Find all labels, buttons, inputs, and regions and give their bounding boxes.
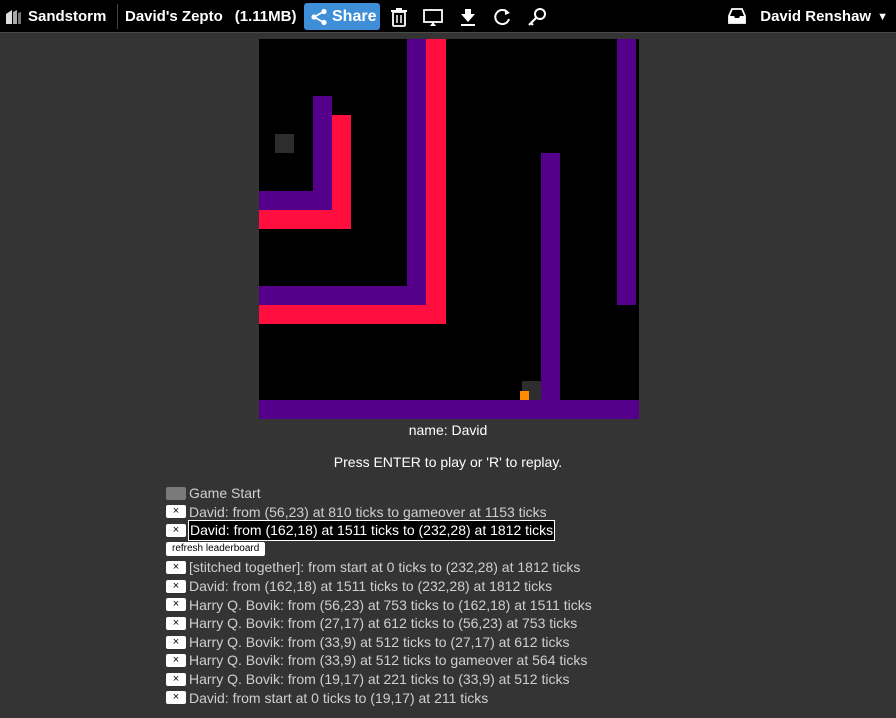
inbox-icon[interactable] [727,7,747,25]
leaderboard-entry[interactable]: Harry Q. Bovik: from (56,23) at 753 tick… [189,596,592,615]
log-entry[interactable]: David: from (56,23) at 810 ticks to game… [189,503,547,522]
red-trail [259,210,332,229]
leaderboard-row: × Harry Q. Bovik: from (27,17) at 612 ti… [166,614,592,633]
close-button[interactable]: × [166,561,186,575]
sandstorm-logo-icon [6,9,21,24]
play-prompt: Press ENTER to play or 'R' to replay. [333,454,563,470]
leaderboard-entry[interactable]: David: from (162,18) at 1511 ticks to (2… [189,577,552,596]
game-canvas[interactable] [259,39,639,419]
share-icon [311,8,327,25]
share-button[interactable]: Share [304,3,380,30]
user-name: David Renshaw [760,8,872,25]
leaderboard-entry[interactable]: [stitched together]: from start at 0 tic… [189,558,580,577]
leaderboard-row: × Harry Q. Bovik: from (56,23) at 753 ti… [166,596,592,615]
close-button[interactable]: × [166,691,186,705]
grain-size: (1.11MB) [234,8,297,25]
top-bar: Sandstorm David's Zepto (1.11MB) Share D… [0,0,896,33]
purple-trail [259,286,407,305]
obstacle-block [275,134,294,153]
account-menu[interactable]: David Renshaw ▼ [760,0,888,33]
grain-title-text: David's Zepto [125,8,223,25]
log-entry-selected[interactable]: David: from (162,18) at 1511 ticks to (2… [188,520,556,541]
log-row: refresh leaderboard [166,540,592,559]
close-button[interactable]: × [166,635,186,649]
player-name-label: name: David [408,422,488,438]
leaderboard-row: × [stitched together]: from start at 0 t… [166,558,592,577]
leaderboard-entry[interactable]: David: from start at 0 ticks to (19,17) … [189,689,488,708]
purple-trail [407,39,426,305]
log-row: × David: from (56,23) at 810 ticks to ga… [166,503,592,522]
key-icon[interactable] [526,6,548,28]
game-log: × Game Start × David: from (56,23) at 81… [166,484,592,707]
leaderboard-entry[interactable]: Harry Q. Bovik: from (27,17) at 612 tick… [189,614,577,633]
red-trail [332,115,351,229]
log-entry[interactable]: Game Start [189,484,261,503]
sandstorm-home-link[interactable]: Sandstorm [4,0,106,33]
leaderboard-row: × Harry Q. Bovik: from (33,9) at 512 tic… [166,633,592,652]
close-button[interactable]: × [166,672,186,686]
close-button: × [166,486,186,500]
purple-trail [259,400,639,419]
leaderboard-row: × Harry Q. Bovik: from (19,17) at 221 ti… [166,670,592,689]
close-button[interactable]: × [166,505,186,519]
leaderboard-row: × Harry Q. Bovik: from (33,9) at 512 tic… [166,651,592,670]
brand-label: Sandstorm [28,8,107,25]
red-trail [426,39,446,324]
share-label: Share [332,7,377,25]
download-icon[interactable] [457,6,479,28]
leaderboard-entry[interactable]: Harry Q. Bovik: from (19,17) at 221 tick… [189,670,569,689]
leaderboard-entry[interactable]: Harry Q. Bovik: from (33,9) at 512 ticks… [189,651,587,670]
food-pellet [520,391,529,400]
leaderboard-row: × David: from (162,18) at 1511 ticks to … [166,577,592,596]
monitor-icon[interactable] [422,6,444,28]
close-button[interactable]: × [166,598,186,612]
purple-trail [617,39,636,305]
refresh-leaderboard-button[interactable]: refresh leaderboard [166,542,266,557]
close-button[interactable]: × [166,579,186,593]
red-trail [259,305,446,324]
trash-icon[interactable] [388,6,410,28]
purple-trail [259,191,313,210]
purple-trail [541,153,560,400]
log-row: × David: from (162,18) at 1511 ticks to … [166,520,592,541]
restart-icon[interactable] [491,6,513,28]
leaderboard-entry[interactable]: Harry Q. Bovik: from (33,9) at 512 ticks… [189,633,569,652]
grain-title[interactable]: David's Zepto (1.11MB) [125,0,296,33]
purple-trail [313,96,332,210]
leaderboard-row: × David: from start at 0 ticks to (19,17… [166,689,592,708]
close-button[interactable]: × [166,616,186,630]
log-row: × Game Start [166,484,592,503]
close-button[interactable]: × [166,523,186,537]
divider [117,4,118,29]
close-button[interactable]: × [166,654,186,668]
chevron-down-icon: ▼ [877,10,888,23]
